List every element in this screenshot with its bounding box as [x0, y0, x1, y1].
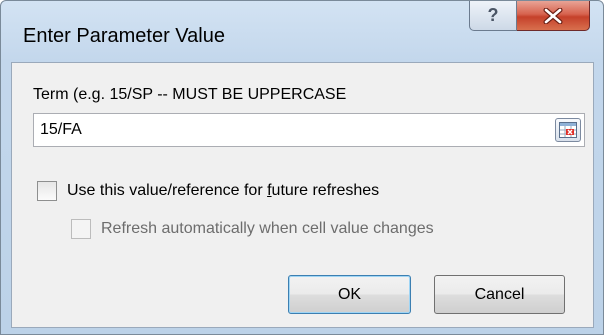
parameter-prompt: Term (e.g. 15/SP -- MUST BE UPPERCASE	[33, 86, 347, 103]
parameter-value-input[interactable]: 15/FA	[33, 113, 585, 147]
refresh-auto-checkbox	[71, 219, 91, 239]
close-icon	[543, 7, 563, 24]
help-icon: ?	[487, 5, 499, 25]
dialog-title: Enter Parameter Value	[23, 25, 225, 47]
range-reference-icon	[559, 122, 577, 138]
title-bar[interactable]: Enter Parameter Value ?	[1, 1, 603, 61]
refresh-auto-option: Refresh automatically when cell value ch…	[71, 219, 434, 239]
help-button[interactable]: ?	[469, 1, 517, 31]
parameter-dialog: Enter Parameter Value ? Term (e.g. 15/SP…	[0, 0, 604, 335]
parameter-value-text: 15/FA	[40, 121, 82, 138]
use-value-label: Use this value/reference for future refr…	[67, 182, 379, 200]
use-value-label-end: uture refreshes	[271, 182, 380, 199]
dialog-body: Term (e.g. 15/SP -- MUST BE UPPERCASE 15…	[11, 62, 594, 328]
refresh-auto-label: Refresh automatically when cell value ch…	[101, 220, 434, 237]
use-value-label-start: Use this value/reference for	[67, 182, 268, 199]
use-value-option[interactable]: Use this value/reference for future refr…	[37, 181, 379, 201]
close-button[interactable]	[517, 1, 590, 31]
caption-buttons: ?	[469, 1, 590, 32]
range-reference-button[interactable]	[555, 118, 581, 142]
use-value-checkbox[interactable]	[37, 181, 57, 201]
ok-button[interactable]: OK	[288, 275, 411, 314]
cancel-button[interactable]: Cancel	[434, 275, 565, 314]
